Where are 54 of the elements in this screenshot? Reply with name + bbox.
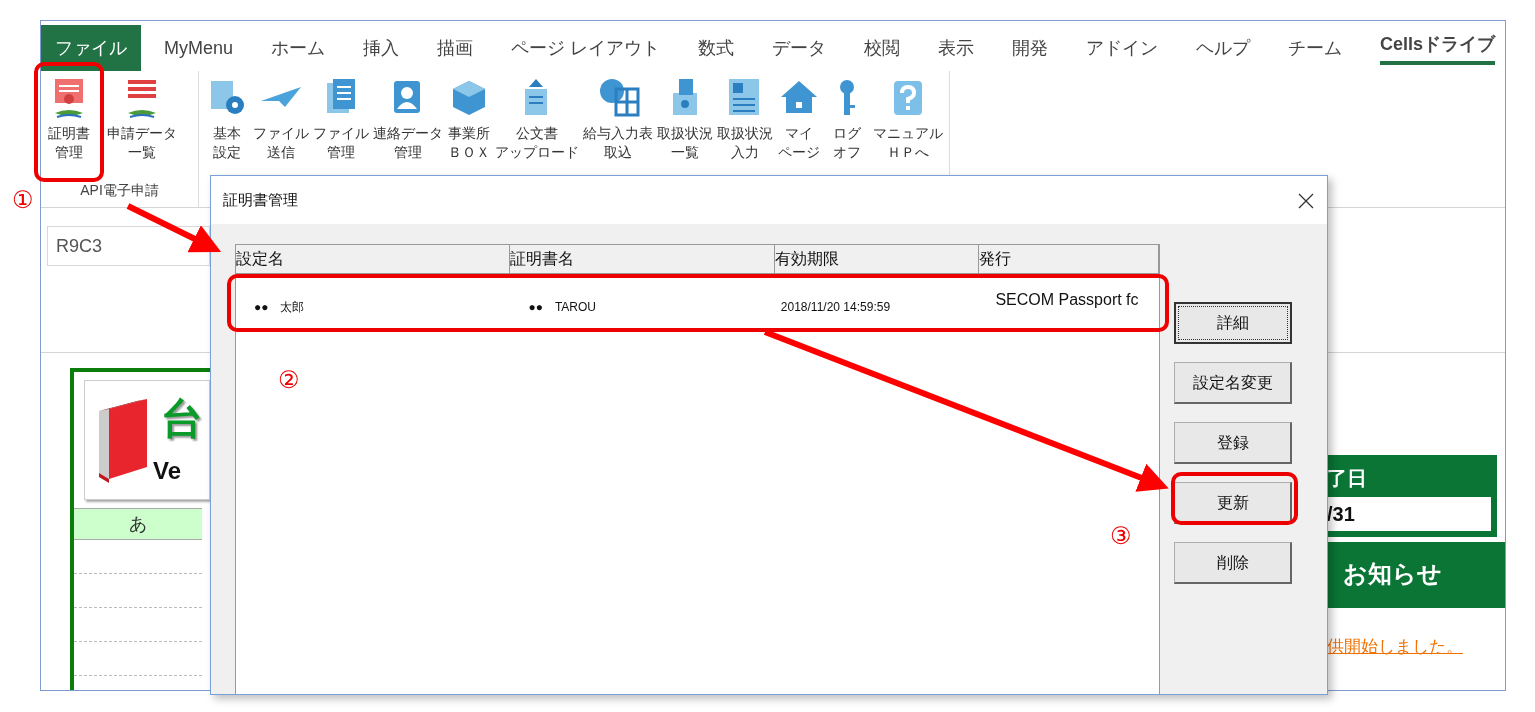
ribbon-tab[interactable]: ファイル xyxy=(41,25,141,71)
ribbon-button[interactable]: 取扱状況 入力 xyxy=(717,73,773,162)
column-header[interactable]: 有効期限 xyxy=(774,245,980,274)
list-cell-text: 2018/11/20 14:59:59 xyxy=(779,299,892,316)
end-date-field: /31 xyxy=(1327,497,1491,531)
ribbon-tab[interactable]: ページ レイアウト xyxy=(492,25,680,71)
ribbon-button[interactable]: ファイル 管理 xyxy=(313,73,369,162)
ribbon-tab[interactable]: 開発 xyxy=(993,25,1068,71)
ribbon-button[interactable]: 事業所 ＢＯＸ xyxy=(447,73,491,162)
list-cell-text: SECOM Passport fc xyxy=(994,290,1140,310)
dialog-title: 証明書管理 xyxy=(223,189,298,210)
ribbon-tab[interactable]: ホーム xyxy=(252,25,345,71)
dialog-button[interactable]: 更新 xyxy=(1174,482,1292,524)
ribbon-tab[interactable]: アドイン xyxy=(1067,25,1178,71)
ribbon-tab[interactable]: ヘルプ xyxy=(1177,25,1270,71)
ledger-title: 台 xyxy=(161,394,203,444)
ribbon-tab[interactable]: 挿入 xyxy=(344,25,419,71)
ribbon-tab[interactable]: 表示 xyxy=(919,25,994,71)
ribbon-button[interactable]: 証明書 管理 xyxy=(47,73,91,162)
ribbon-tab[interactable]: 描画 xyxy=(418,25,493,71)
step-number: ② xyxy=(278,365,300,395)
ribbon-button[interactable]: 申請データ 一覧 xyxy=(107,73,177,162)
dialog-button[interactable]: 削除 xyxy=(1174,542,1292,584)
name-box[interactable]: R9C3 xyxy=(47,226,210,266)
ribbon-button[interactable]: 連絡データ 管理 xyxy=(373,73,443,162)
dialog-button[interactable]: 設定名変更 xyxy=(1174,362,1292,404)
ribbon-tab[interactable]: 校閲 xyxy=(845,25,920,71)
ribbon-button[interactable]: マイ ページ xyxy=(777,73,821,162)
ribbon-button[interactable]: ログ オフ xyxy=(825,73,869,162)
version-text: Ve xyxy=(153,456,182,486)
dialog-button[interactable]: 登録 xyxy=(1174,422,1292,464)
ribbon-button[interactable]: 給与入力表 取込 xyxy=(583,73,653,162)
column-header[interactable]: 証明書名 xyxy=(510,245,775,274)
ribbon-button[interactable]: ファイル 送信 xyxy=(253,73,309,162)
ribbon-button[interactable]: マニュアル ＨＰへ xyxy=(873,73,943,162)
ribbon-tab[interactable]: Cellsドライブ xyxy=(1361,25,1505,71)
step-number: ③ xyxy=(1110,521,1132,551)
notice-header: お知らせ xyxy=(1327,542,1505,608)
ribbon-button[interactable]: 取扱状況 一覧 xyxy=(657,73,713,162)
end-date-label: 了日 xyxy=(1327,466,1368,491)
ribbon-button[interactable]: 公文書 アップロード xyxy=(495,73,579,162)
column-header[interactable]: 設定名 xyxy=(236,245,511,274)
column-header[interactable]: 発行 xyxy=(979,245,1159,274)
dialog-button[interactable]: 詳細 xyxy=(1174,302,1292,344)
ribbon-button[interactable]: 基本 設定 xyxy=(205,73,249,162)
ribbon-tab[interactable]: 数式 xyxy=(679,25,754,71)
column-header: あ xyxy=(74,508,202,540)
ribbon-tab[interactable]: チーム xyxy=(1269,25,1362,71)
ribbon-tab[interactable]: データ xyxy=(753,25,846,71)
list-cell-text: ●● 太郎 xyxy=(253,299,306,316)
group-label: API電子申請 xyxy=(79,181,160,200)
ribbon-tab[interactable]: MyMenu xyxy=(145,25,253,71)
step-number: ① xyxy=(12,185,34,215)
list-cell-text: ●● TAROU xyxy=(527,299,597,316)
